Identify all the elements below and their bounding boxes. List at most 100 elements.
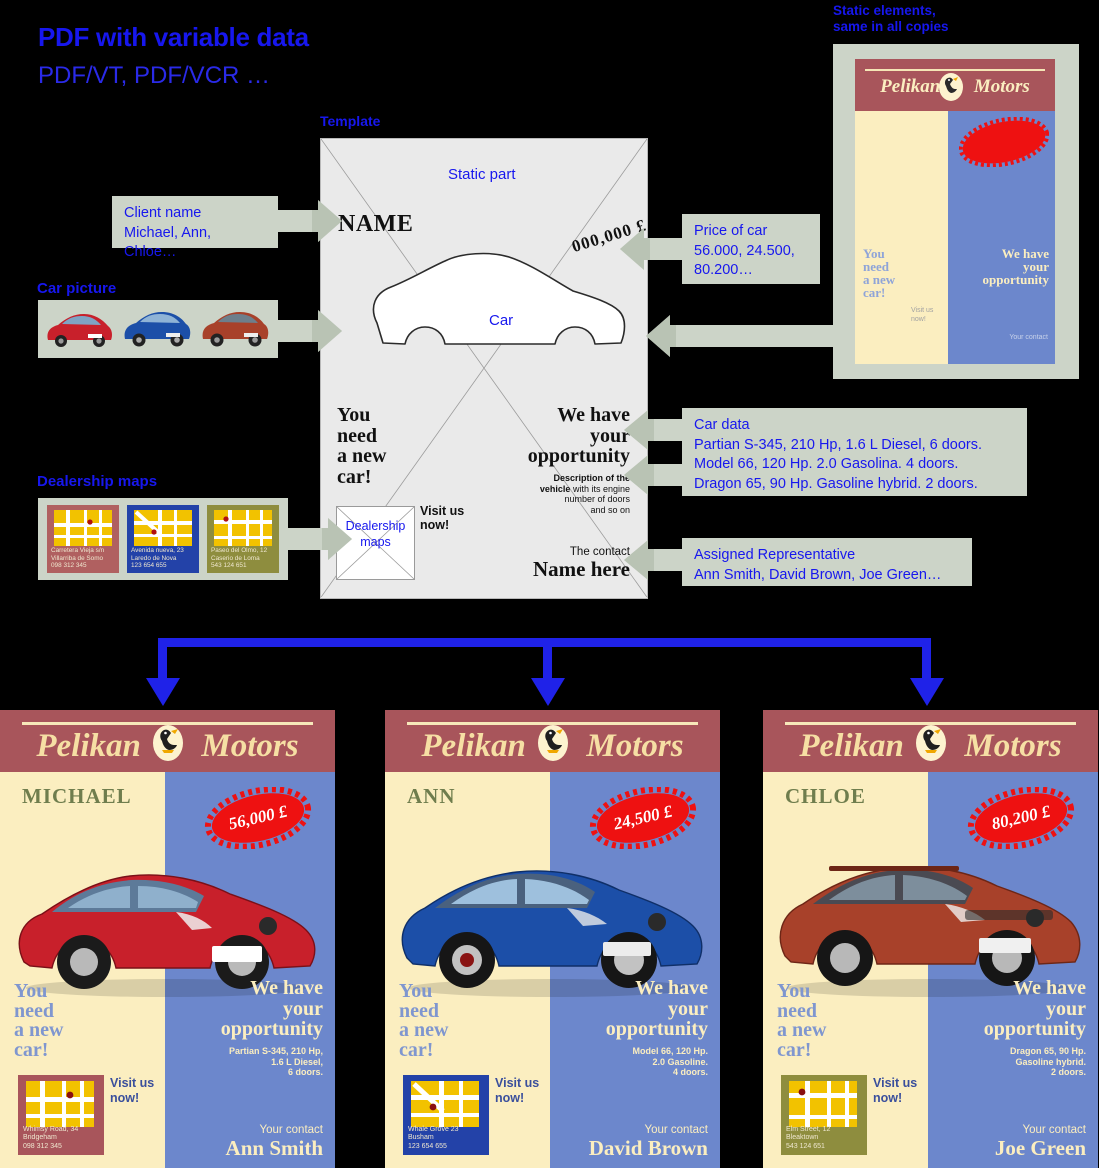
price-burst-placeholder-icon bbox=[959, 117, 1049, 167]
map-grid-icon bbox=[26, 1081, 94, 1127]
flyer-client-name: MICHAEL bbox=[22, 784, 132, 808]
car-thumb-blue-icon bbox=[124, 312, 191, 347]
connector-arrowhead-left-icon bbox=[146, 678, 180, 706]
mini-header-bar: Pelikan Motors bbox=[855, 59, 1055, 111]
arrow-left-representative-icon bbox=[624, 540, 686, 580]
flyer-brand-left: Pelikan bbox=[36, 728, 141, 764]
flyer-map-card: Whimsy Road, 34 Bridgeham 098 312 345 bbox=[18, 1075, 104, 1155]
car-picture-strip bbox=[38, 300, 278, 358]
dealership-map-card: Paseo del Olmo, 12 Caserio de Loma 543 124… bbox=[207, 505, 279, 573]
flyer-you-need-text: You need a new car! bbox=[399, 980, 449, 1061]
mini-cream-panel bbox=[855, 111, 948, 364]
callout-car-data-line-1: Partian S-345, 210 Hp, 1.6 L Diesel, 6 d… bbox=[694, 436, 983, 453]
arrow-left-static-elements-icon bbox=[646, 315, 702, 357]
map-grid-icon bbox=[134, 510, 192, 546]
flyer-visit-us: Visit us now! bbox=[495, 1076, 540, 1105]
flyer-map-card: Elm Street, 12 Bleaktown 543 124 651 bbox=[781, 1075, 867, 1155]
car-outline-icon bbox=[372, 252, 626, 345]
flyer-visit-us: Visit us now! bbox=[110, 1076, 155, 1105]
callout-representative-values: Ann Smith, David Brown, Joe Green… bbox=[694, 566, 942, 583]
callout-client-name: Client name Michael, Ann, Chloe… bbox=[112, 196, 278, 260]
flyer-header-bar: Pelikan Motors bbox=[385, 710, 720, 772]
flyer-price-burst: 80,200 £ bbox=[966, 787, 1076, 849]
dealership-maps-strip: Carretera Vieja s/n Villarriba de Somo 098… bbox=[38, 498, 288, 580]
flyer-brand-left: Pelikan bbox=[799, 728, 904, 764]
flyer-contact-name: Ann Smith bbox=[225, 1136, 323, 1160]
flyer-brand-left: Pelikan bbox=[421, 728, 526, 764]
map-grid-icon bbox=[54, 510, 112, 546]
pelican-logo-icon bbox=[152, 725, 183, 761]
flyer-client-name: CHLOE bbox=[785, 784, 866, 808]
arrow-left-we-have-icon bbox=[624, 410, 686, 450]
template-car-label: Car bbox=[489, 312, 514, 329]
flyer-we-have-text: We have your opportunity bbox=[605, 977, 708, 1040]
dealership-map-address: Avenida nueva, 23 Laredo de Nova 123 654 6… bbox=[131, 547, 184, 570]
flyer-brand-right: Motors bbox=[201, 728, 299, 764]
flyer-header-bar: Pelikan Motors bbox=[763, 710, 1098, 772]
mini-visit-us: Visit us now! bbox=[911, 307, 934, 323]
diagram-canvas: PDF with variable data PDF/VT, PDF/VCR …… bbox=[0, 0, 1099, 1168]
mini-brand-left: Pelikan bbox=[880, 76, 941, 97]
template-description-text: Description of the vehicle with its engin… bbox=[505, 473, 630, 515]
flyer-header-bar: Pelikan Motors bbox=[0, 710, 335, 772]
dealership-map-address: Carretera Vieja s/n Villarriba de Somo 098… bbox=[51, 547, 105, 570]
template-static-part-label: Static part bbox=[448, 166, 516, 183]
flyer-we-have-text: We have your opportunity bbox=[220, 977, 323, 1040]
flyer-contact-label: Your contact bbox=[644, 1124, 708, 1136]
flyer-visit-us: Visit us now! bbox=[873, 1076, 918, 1105]
flyer-car-data: Partian S-345, 210 Hp, 1.6 L Diesel, 6 doo… bbox=[228, 1046, 323, 1077]
flyer-contact-label: Your contact bbox=[259, 1124, 323, 1136]
page-subtitle: PDF/VT, PDF/VCR … bbox=[38, 62, 271, 89]
arrow-right-car-picture-icon bbox=[278, 310, 342, 352]
flyer-price-burst: 56,000 £ bbox=[203, 787, 313, 849]
pelican-logo-icon bbox=[939, 73, 963, 101]
arrow-right-client-name-icon bbox=[278, 200, 342, 242]
arrow-right-dealership-maps-icon bbox=[288, 518, 352, 560]
callout-car-data: Car data Partian S-345, 210 Hp, 1.6 L Di… bbox=[682, 408, 1027, 496]
car-thumb-red-icon bbox=[47, 314, 112, 347]
flyer-brand-right: Motors bbox=[964, 728, 1062, 764]
label-dealership-maps: Dealership maps bbox=[37, 473, 158, 490]
mini-we-have-text: We have your opportunity bbox=[982, 246, 1049, 287]
flyer-you-need-text: You need a new car! bbox=[14, 980, 64, 1061]
flyer-you-need-text: You need a new car! bbox=[777, 980, 827, 1061]
dealership-map-card: Carretera Vieja s/n Villarriba de Somo 098… bbox=[47, 505, 119, 573]
dealership-map-card: Avenida nueva, 23 Laredo de Nova 123 654 6… bbox=[127, 505, 199, 573]
connector-arrowhead-center-icon bbox=[531, 678, 565, 706]
arrow-left-price-icon bbox=[620, 228, 684, 270]
label-template: Template bbox=[320, 113, 381, 129]
map-grid-icon bbox=[214, 510, 272, 546]
flyer-map-address: Elm Street, 12 Bleaktown 543 124 651 bbox=[786, 1125, 831, 1150]
template-name-field: NAME bbox=[338, 211, 414, 237]
label-static-elements: Static elements, same in all copies bbox=[833, 3, 949, 34]
template-you-need-text: You need a new car! bbox=[337, 404, 387, 488]
car-thumb-orange-icon bbox=[202, 312, 269, 347]
mini-your-contact: Your contact bbox=[1009, 334, 1048, 341]
callout-car-data-line-2: Model 66, 120 Hp. 2.0 Gasolina. 4 doors. bbox=[694, 456, 959, 472]
flyer-we-have-text: We have your opportunity bbox=[983, 977, 1086, 1040]
flyer-map-address: Whimsy Road, 34 Bridgeham 098 312 345 bbox=[23, 1125, 79, 1150]
flyer-contact-label: Your contact bbox=[1022, 1124, 1086, 1136]
flyer-car-data: Model 66, 120 Hp. 2.0 Gasoline. 4 doors. bbox=[632, 1046, 708, 1077]
flyer-map-card: Whale Grove 23 Busham 123 654 655 bbox=[403, 1075, 489, 1155]
connector-arrowhead-right-icon bbox=[910, 678, 944, 706]
callout-car-data-line-3: Dragon 65, 90 Hp. Gasoline hybrid. 2 doo… bbox=[694, 475, 978, 492]
output-flyer: Pelikan Motors CHLOE 80,200 £ You need a… bbox=[763, 710, 1098, 1168]
template-visit-us: Visit us now! bbox=[420, 504, 465, 532]
callout-price-values: 56.000, 24.500, 80.200… bbox=[694, 242, 795, 279]
static-elements-panel: Pelikan Motors You need a new car! We have y… bbox=[833, 44, 1079, 379]
map-grid-icon bbox=[411, 1081, 479, 1127]
dealership-map-address: Paseo del Olmo, 12 Caserio de Loma 543 124… bbox=[211, 547, 268, 570]
label-car-picture: Car picture bbox=[37, 280, 117, 297]
callout-price-of-car: Price of car 56.000, 24.500, 80.200… bbox=[682, 214, 820, 284]
flyer-contact-name: Joe Green bbox=[994, 1136, 1086, 1160]
pelican-logo-icon bbox=[915, 725, 946, 761]
callout-assigned-representative: Assigned Representative Ann Smith, David… bbox=[682, 538, 972, 586]
mini-you-need-text: You need a new car! bbox=[863, 246, 896, 300]
output-flyer: Pelikan Motors ANN 24,500 £ You need a n… bbox=[385, 710, 720, 1168]
callout-car-data-title: Car data bbox=[694, 417, 750, 433]
flyer-brand-right: Motors bbox=[586, 728, 684, 764]
flyer-client-name: ANN bbox=[407, 784, 456, 808]
pelican-logo-icon bbox=[537, 725, 568, 761]
arrow-static-shaft bbox=[694, 325, 834, 347]
